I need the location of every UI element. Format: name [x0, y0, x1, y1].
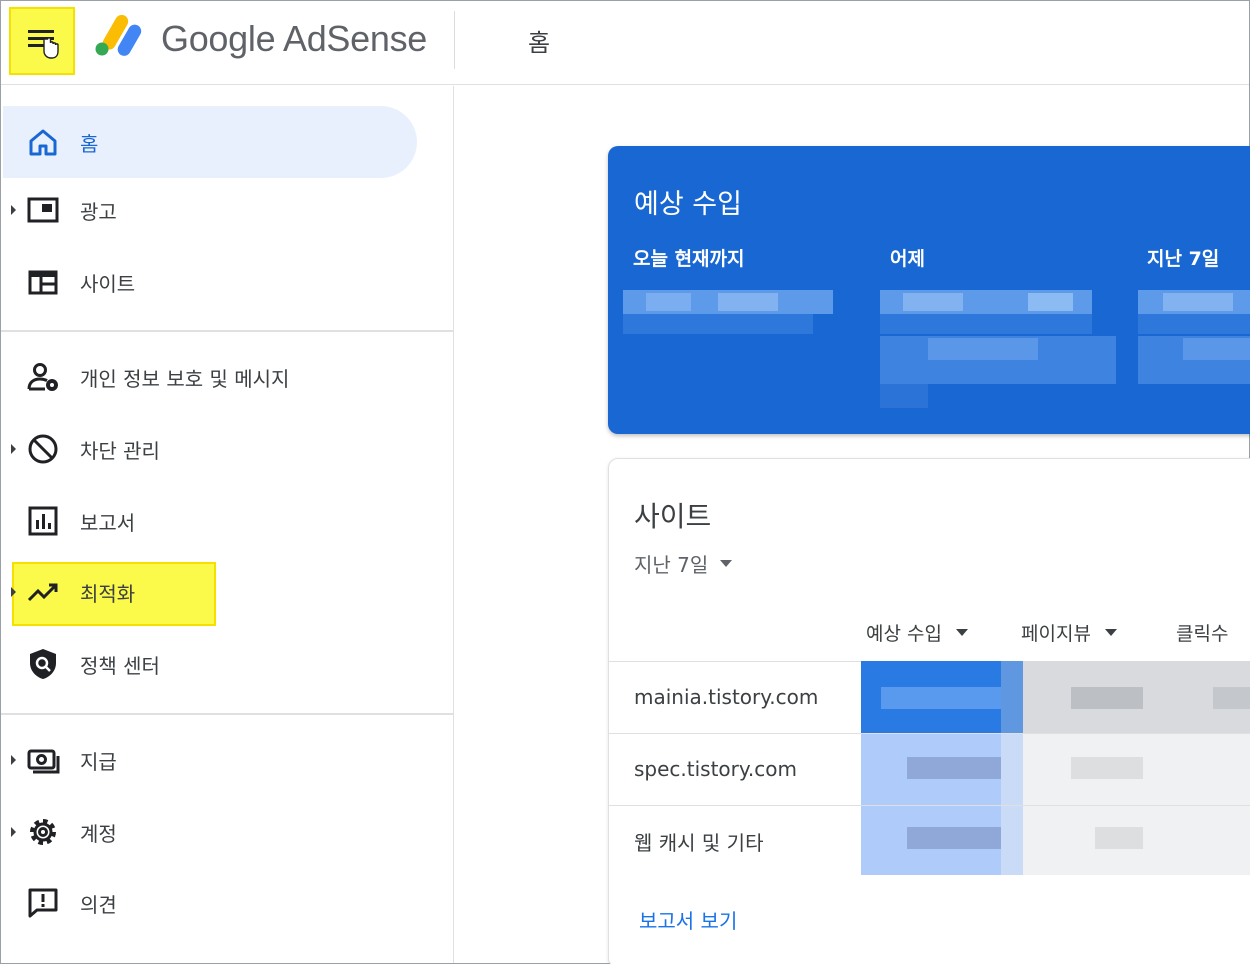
- sidebar-item-label: 홈: [80, 132, 99, 156]
- sidebar-item-label: 의견: [80, 893, 117, 917]
- expand-arrow-icon[interactable]: [11, 755, 16, 765]
- payments-icon: [27, 749, 60, 774]
- sort-caret-icon: [955, 629, 968, 636]
- sidebar-item-label: 보고서: [80, 511, 136, 535]
- main-menu-button[interactable]: [9, 7, 75, 75]
- period-value: 지난 7일: [634, 553, 709, 577]
- sidebar-item-optimization[interactable]: 최적화: [1, 560, 453, 624]
- sidebar-item-label: 지급: [80, 750, 117, 774]
- adsense-logo-icon: [95, 15, 142, 56]
- earnings-today-label: 오늘 현재까지: [633, 248, 745, 270]
- card-title: 예상 수입: [634, 189, 742, 220]
- home-icon: [29, 129, 57, 156]
- sidebar-item-label: 광고: [80, 200, 117, 224]
- dropdown-caret-icon: [720, 560, 733, 567]
- sidebar-item-blocking[interactable]: 차단 관리: [1, 417, 453, 481]
- sidebar-item-label: 최적화: [80, 582, 136, 606]
- card-title: 사이트: [634, 500, 712, 533]
- sidebar-item-label: 정책 센터: [80, 654, 160, 678]
- table-divider: [609, 805, 1250, 806]
- column-header-clicks[interactable]: 클릭수: [1176, 619, 1228, 646]
- column-header-pageviews[interactable]: 페이지뷰: [1021, 619, 1117, 646]
- page-title: 홈: [528, 29, 551, 57]
- sidebar-item-feedback[interactable]: 의견: [1, 871, 453, 935]
- expand-arrow-icon[interactable]: [11, 587, 16, 597]
- brand-name: Google AdSense: [161, 18, 428, 59]
- block-icon: [28, 434, 58, 464]
- table-row-site-name: 웹 캐시 및 기타: [634, 831, 764, 855]
- nav-divider: [1, 330, 453, 332]
- sidebar-item-label: 사이트: [80, 272, 136, 296]
- sidebar-item-policy[interactable]: 정책 센터: [1, 632, 453, 696]
- column-header-label: 페이지뷰: [1021, 623, 1091, 645]
- optimization-icon: [27, 583, 58, 602]
- policy-icon: [30, 649, 56, 679]
- settings-icon: [30, 819, 56, 845]
- sidebar-item-payments[interactable]: 지급: [1, 728, 453, 792]
- table-row-site-name[interactable]: spec.tistory.com: [634, 757, 797, 781]
- sidebar-item-reports[interactable]: 보고서: [1, 489, 453, 553]
- sidebar-item-account[interactable]: 계정: [1, 800, 453, 864]
- sidebar-item-privacy[interactable]: 개인 정보 보호 및 메시지: [1, 345, 453, 409]
- column-header-label: 예상 수입: [866, 623, 942, 645]
- sidebar-item-home[interactable]: 홈: [1, 104, 453, 178]
- table-divider: [609, 733, 1250, 734]
- reports-icon: [28, 506, 58, 536]
- estimated-earnings-card[interactable]: 예상 수입 오늘 현재까지 어제 지난 7일: [608, 146, 1250, 434]
- expand-arrow-icon[interactable]: [11, 827, 16, 837]
- top-app-bar: Google AdSense 홈: [1, 1, 1249, 85]
- earnings-yesterday-label: 어제: [890, 248, 925, 270]
- ads-icon: [27, 197, 59, 223]
- expand-arrow-icon[interactable]: [11, 444, 16, 454]
- earnings-last7-label: 지난 7일: [1147, 248, 1220, 270]
- sidebar-item-label: 차단 관리: [80, 439, 160, 463]
- view-report-link[interactable]: 보고서 보기: [639, 905, 737, 934]
- feedback-icon: [28, 888, 58, 918]
- column-header-label: 클릭수: [1176, 623, 1229, 645]
- sidebar-nav: 홈 광고 사이트 개인 정보 보호 및 메시지 차단 관리 보고서 최적화 정책…: [1, 86, 454, 963]
- sidebar-item-label: 계정: [80, 822, 117, 846]
- menu-icon: [28, 30, 59, 59]
- sidebar-item-label: 개인 정보 보호 및 메시지: [80, 367, 290, 391]
- nav-divider: [1, 713, 453, 715]
- sites-icon: [28, 270, 58, 295]
- sidebar-item-ads[interactable]: 광고: [1, 178, 453, 242]
- active-indicator: [3, 106, 417, 178]
- table-row-site-name[interactable]: mainia.tistory.com: [634, 685, 818, 709]
- expand-arrow-icon[interactable]: [11, 205, 16, 215]
- sort-caret-icon: [1104, 629, 1117, 636]
- sidebar-item-sites[interactable]: 사이트: [1, 250, 453, 314]
- period-dropdown[interactable]: 지난 7일: [634, 549, 733, 578]
- sites-card: 사이트 지난 7일 예상 수입 페이지뷰 클릭수 mainia.tistory.…: [608, 458, 1250, 964]
- privacy-icon: [27, 363, 58, 391]
- column-header-earnings[interactable]: 예상 수입: [866, 619, 968, 646]
- header-divider: [454, 11, 455, 69]
